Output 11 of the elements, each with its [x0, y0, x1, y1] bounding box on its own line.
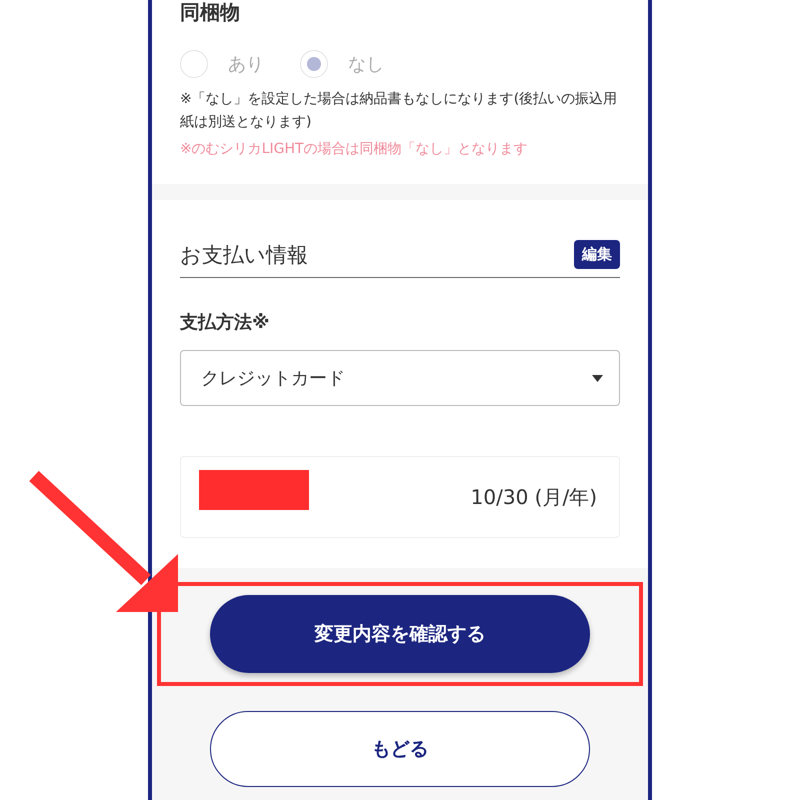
note-text: ※「なし」を設定した場合は納品書もなしになります(後払いの振込用紙は別送となります) [180, 90, 618, 132]
section-heading: 同梱物 [180, 0, 241, 24]
warning-text: ※のむシリカLIGHTの場合は同梱物「なし」となります [180, 140, 529, 158]
field-label: 支払方法※ [180, 311, 270, 334]
dropdown-caret-icon [592, 374, 603, 382]
card-expiry: 10/30 (月/年) [470, 484, 597, 510]
section-title: お支払い情報 [180, 242, 308, 268]
payment-method-select[interactable]: クレジットカード [180, 350, 620, 406]
edit-button[interactable]: 編集 [574, 240, 620, 269]
confirm-button[interactable]: 変更内容を確認する [210, 595, 590, 673]
back-button[interactable]: もどる [210, 711, 590, 787]
